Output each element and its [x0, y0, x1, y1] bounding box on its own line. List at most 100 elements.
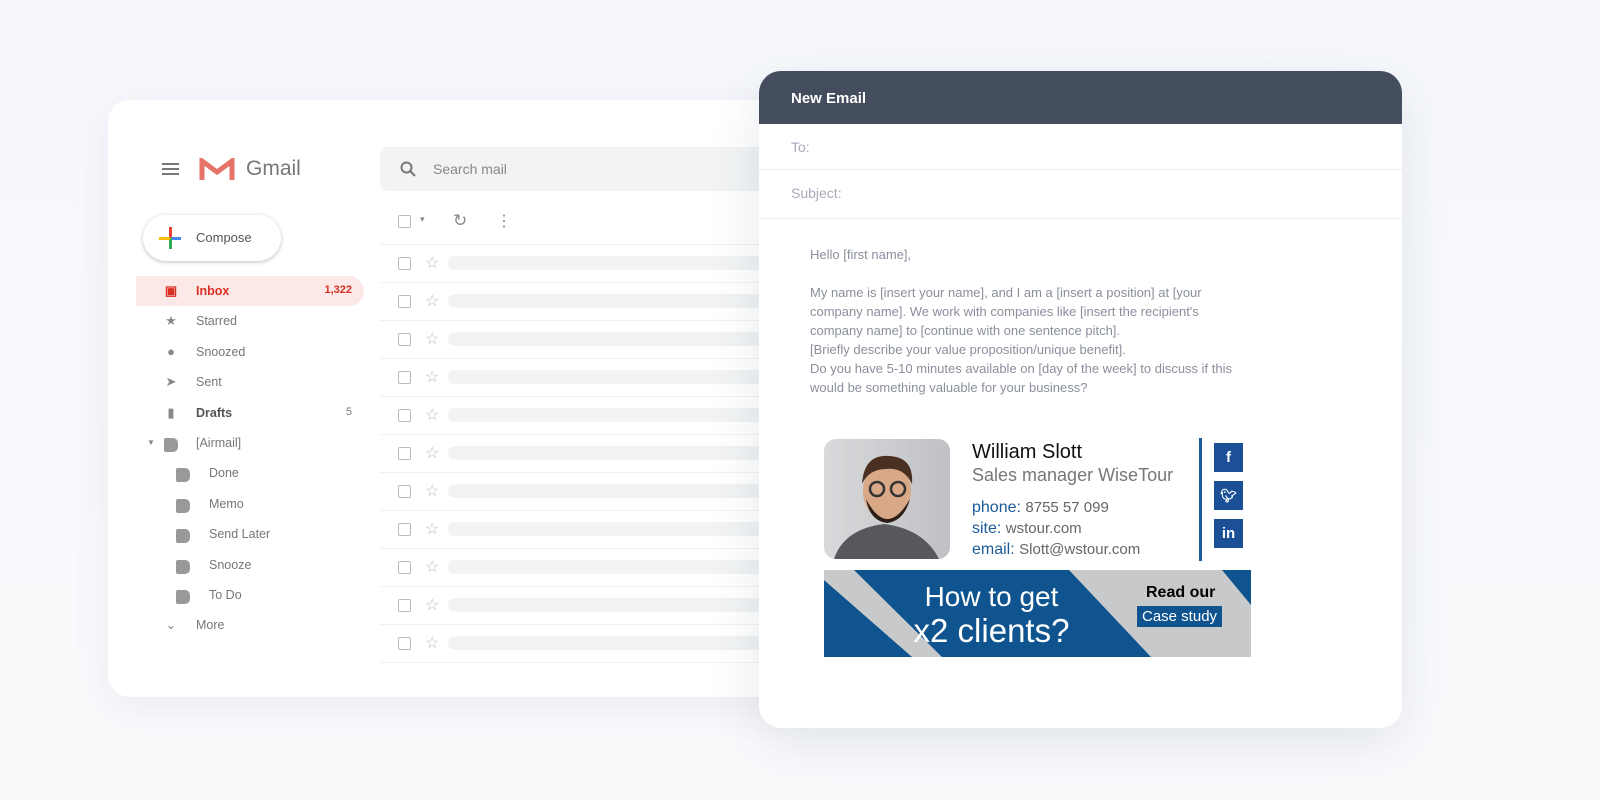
menu-icon[interactable]: [162, 163, 179, 175]
nav-label: Sent: [196, 375, 222, 390]
chevron-down-icon: ⌄: [165, 617, 177, 633]
row-checkbox[interactable]: [398, 599, 411, 612]
row-checkbox[interactable]: [398, 485, 411, 498]
nav-count: 5: [345, 405, 352, 418]
caret-down-icon[interactable]: ▾: [420, 214, 425, 225]
twitter-icon[interactable]: 🐦︎: [1214, 481, 1243, 510]
star-icon[interactable]: ☆: [425, 443, 439, 463]
email-placeholder: [448, 370, 800, 384]
email-row[interactable]: ☆: [380, 321, 800, 359]
label-icon: [176, 529, 190, 544]
row-checkbox[interactable]: [398, 371, 411, 384]
email-placeholder: [448, 484, 800, 498]
plus-icon: [159, 227, 181, 249]
search-input[interactable]: Search mail: [380, 147, 800, 191]
star-icon[interactable]: ☆: [425, 595, 439, 615]
row-checkbox[interactable]: [398, 561, 411, 574]
linkedin-icon[interactable]: in: [1214, 519, 1243, 548]
to-field[interactable]: To:: [759, 124, 1402, 170]
star-icon[interactable]: ☆: [425, 633, 439, 653]
compose-button[interactable]: Compose: [143, 215, 281, 261]
sidebar-item-snoozed[interactable]: ● Snoozed: [136, 337, 364, 367]
star-icon[interactable]: ☆: [425, 557, 439, 577]
sidebar-item-send-later[interactable]: Send Later: [136, 519, 364, 549]
more-options-icon[interactable]: ⋮: [496, 211, 512, 231]
sidebar-item-drafts[interactable]: ▮ Drafts 5: [136, 398, 364, 428]
signature-phone: phone: 8755 57 099: [972, 499, 1109, 516]
row-checkbox[interactable]: [398, 523, 411, 536]
signature-site[interactable]: site: wstour.com: [972, 520, 1082, 538]
email-placeholder: [448, 598, 800, 612]
subject-field[interactable]: Subject:: [759, 170, 1402, 219]
app-name: Gmail: [246, 157, 301, 180]
star-icon[interactable]: ☆: [425, 367, 439, 387]
greeting: Hello [first name],: [810, 247, 912, 262]
star-icon[interactable]: ☆: [425, 291, 439, 311]
email-placeholder: [448, 256, 800, 270]
email-row[interactable]: ☆: [380, 473, 800, 511]
sidebar-item-airmail[interactable]: ▼ [Airmail]: [136, 428, 364, 458]
email-row[interactable]: ☆: [380, 625, 800, 663]
email-row[interactable]: ☆: [380, 435, 800, 473]
compose-label: Compose: [196, 230, 252, 245]
nav-label: Snoozed: [196, 344, 246, 359]
row-checkbox[interactable]: [398, 257, 411, 270]
sidebar-item-more[interactable]: ⌄ More: [136, 610, 364, 640]
email-row[interactable]: ☆: [380, 359, 800, 397]
email-row[interactable]: ☆: [380, 397, 800, 435]
draft-icon: ▮: [167, 404, 175, 420]
sidebar-item-memo[interactable]: Memo: [136, 489, 364, 519]
to-label: To:: [791, 139, 810, 155]
clock-icon: ●: [167, 343, 175, 359]
email-row[interactable]: ☆: [380, 511, 800, 549]
sidebar-item-snooze[interactable]: Snooze: [136, 550, 364, 580]
email-placeholder: [448, 332, 800, 346]
label-icon: [176, 590, 190, 604]
sidebar-item-starred[interactable]: ★ Starred: [136, 306, 364, 336]
star-icon[interactable]: ☆: [425, 405, 439, 425]
star-icon[interactable]: ☆: [425, 329, 439, 349]
signature-name: William Slott: [972, 441, 1083, 463]
send-icon: ➤: [165, 374, 177, 390]
label-icon: [176, 498, 190, 513]
email-row[interactable]: ☆: [380, 587, 800, 625]
label-icon: [164, 438, 178, 452]
row-checkbox[interactable]: [398, 447, 411, 460]
star-icon[interactable]: ☆: [425, 519, 439, 539]
email-row[interactable]: ☆: [380, 549, 800, 587]
row-checkbox[interactable]: [398, 637, 411, 650]
sidebar-item-sent[interactable]: ➤ Sent: [136, 367, 364, 397]
signature-title: Sales manager WiseTour: [972, 465, 1174, 485]
new-email-window: New Email To: Subject: Hello [first name…: [759, 71, 1402, 728]
nav-count: 1,322: [324, 284, 352, 296]
refresh-icon[interactable]: ↻: [453, 211, 467, 231]
case-study-button[interactable]: Case study: [1137, 606, 1223, 627]
row-checkbox[interactable]: [398, 295, 411, 308]
nav-label: Drafts: [196, 405, 233, 420]
star-icon[interactable]: ☆: [425, 253, 439, 273]
star-icon[interactable]: ☆: [425, 481, 439, 501]
row-checkbox[interactable]: [398, 409, 411, 422]
search-icon: [400, 161, 416, 177]
banner-cta-text: Read our: [1146, 584, 1216, 601]
email-placeholder: [448, 560, 800, 574]
sidebar-item-inbox[interactable]: ▣ Inbox 1,322: [136, 276, 364, 306]
avatar: [824, 439, 950, 559]
caret-down-icon[interactable]: ▼: [144, 436, 158, 450]
divider: [1199, 438, 1202, 561]
facebook-icon[interactable]: f: [1214, 443, 1243, 472]
row-checkbox[interactable]: [398, 333, 411, 346]
email-row[interactable]: ☆: [380, 245, 800, 283]
email-body[interactable]: Hello [first name], My name is [insert y…: [810, 245, 1290, 397]
select-all-checkbox[interactable]: [398, 215, 411, 228]
star-icon: ★: [165, 313, 177, 329]
sidebar-item-to-do[interactable]: To Do: [136, 580, 364, 610]
nav-label: Memo: [209, 496, 244, 511]
window-title: New Email: [759, 71, 1402, 124]
email-row[interactable]: ☆: [380, 283, 800, 321]
promo-banner[interactable]: How to get x2 clients? Read our Case stud…: [824, 570, 1251, 657]
nav-label: More: [196, 618, 225, 633]
signature-email[interactable]: email: Slott@wstour.com: [972, 541, 1140, 559]
banner-headline: How to get x2 clients?: [913, 581, 1070, 649]
sidebar-item-done[interactable]: Done: [136, 458, 364, 488]
